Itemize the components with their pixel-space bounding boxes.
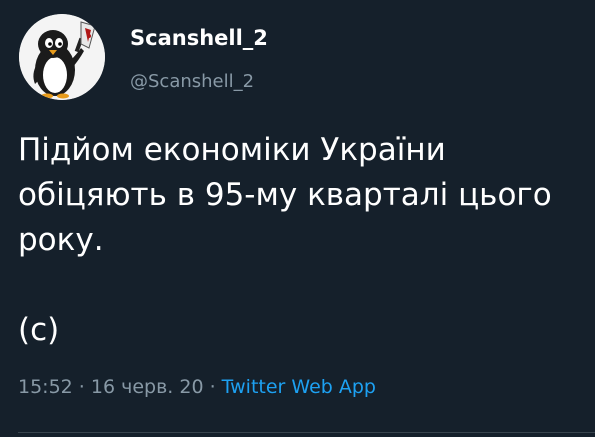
penguin-with-knife-icon (19, 14, 105, 100)
meta-separator: · (203, 376, 222, 398)
tweet-text: Підйом економіки України обіцяють в 95-м… (18, 132, 552, 348)
tweet-date[interactable]: 16 черв. 20 (91, 376, 204, 398)
divider (18, 432, 595, 433)
author-avatar[interactable] (19, 14, 105, 100)
author-display-name[interactable]: Scanshell_2 (130, 26, 268, 50)
meta-separator: · (72, 376, 91, 398)
tweet-source-link[interactable]: Twitter Web App (222, 376, 376, 398)
tweet-time[interactable]: 15:52 (18, 376, 73, 398)
author-handle[interactable]: @Scanshell_2 (130, 71, 254, 92)
tweet-meta: 15:52 · 16 черв. 20 · Twitter Web App (18, 376, 376, 398)
